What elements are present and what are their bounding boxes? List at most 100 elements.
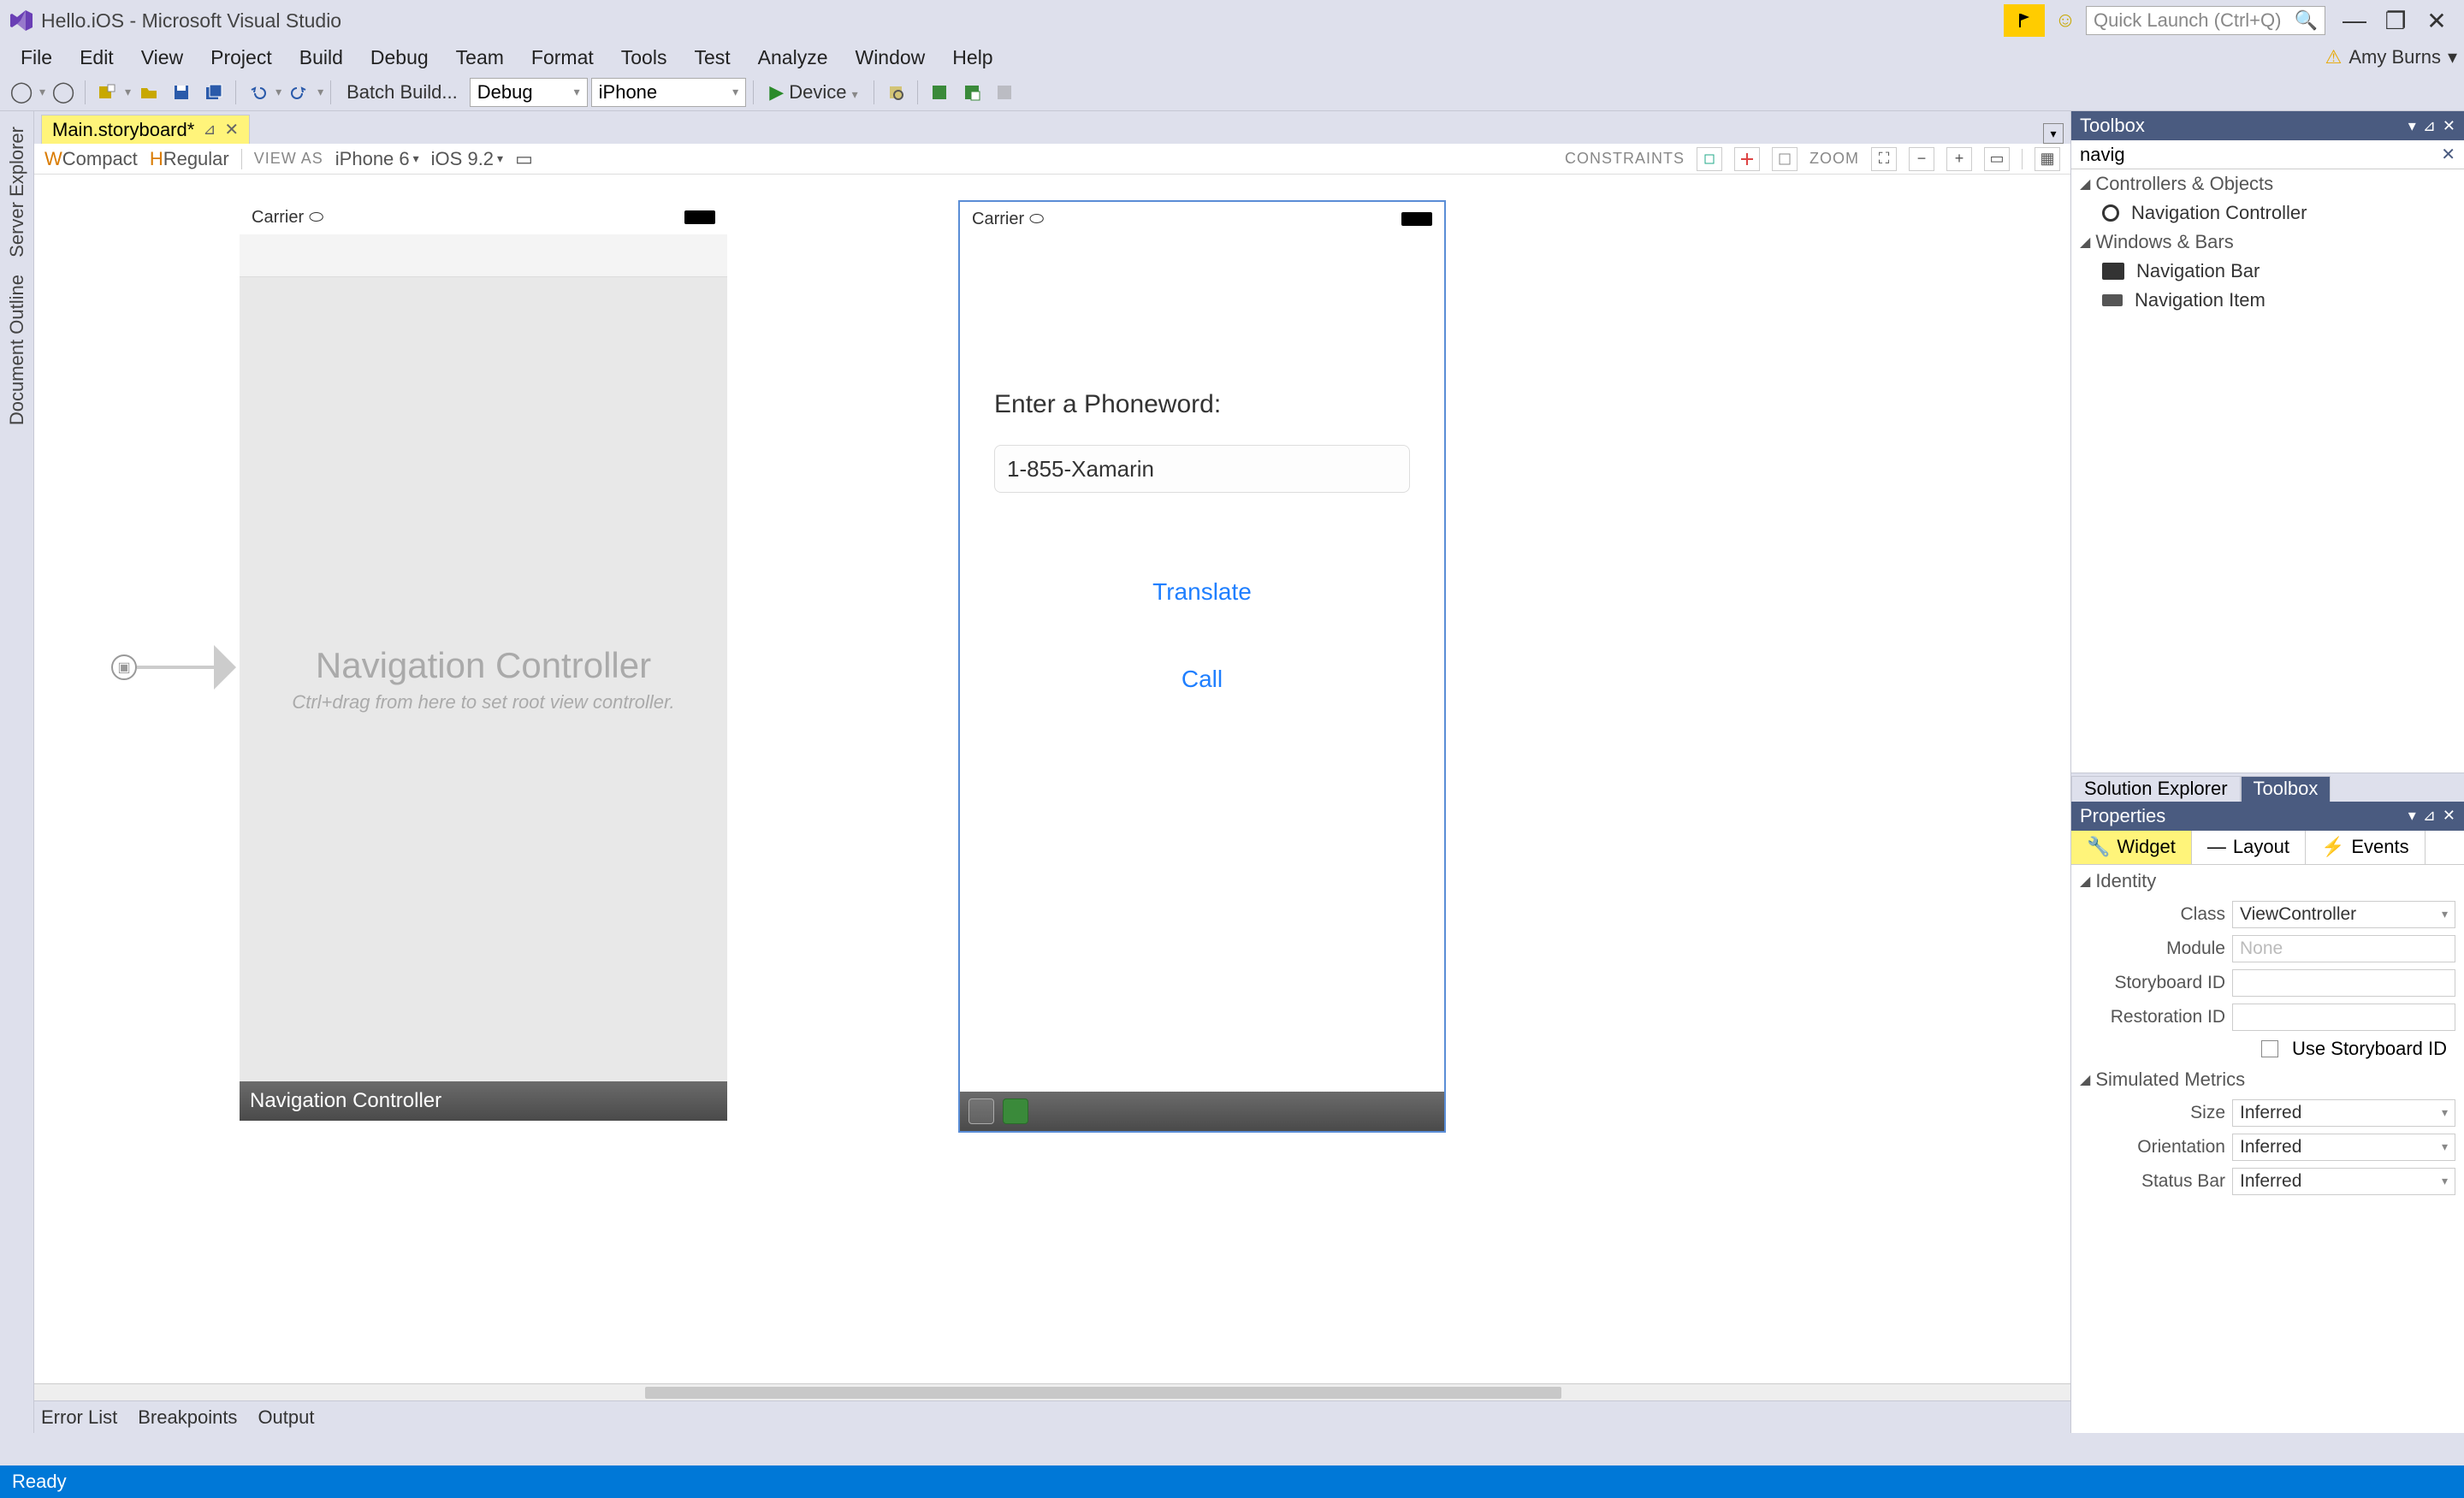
solution-explorer-tab[interactable]: Solution Explorer	[2071, 776, 2241, 802]
orientation-icon[interactable]: ▭	[515, 148, 533, 170]
feedback-button[interactable]: ☺	[2045, 4, 2086, 37]
menu-project[interactable]: Project	[197, 46, 286, 69]
toolbox-item-nav-item[interactable]: Navigation Item	[2071, 286, 2464, 315]
document-outline-tab[interactable]: Document Outline	[6, 266, 28, 434]
redo-button[interactable]	[285, 78, 314, 107]
toolbox-tab[interactable]: Toolbox	[2241, 776, 2331, 802]
menu-build[interactable]: Build	[286, 46, 357, 69]
navigation-controller-scene[interactable]: Carrier ⬭ Navigation Controller Ctrl+dra…	[240, 200, 727, 1121]
save-button[interactable]	[167, 78, 196, 107]
config-dropdown[interactable]: Debug▾	[470, 78, 588, 107]
open-button[interactable]	[134, 78, 163, 107]
pin-icon[interactable]: ⊿	[203, 121, 216, 139]
menu-help[interactable]: Help	[939, 46, 1006, 69]
view-controller-scene[interactable]: Carrier ⬭ Enter a Phoneword: 1-855-Xamar…	[958, 200, 1446, 1133]
toolbox-category-windows[interactable]: ◢Windows & Bars	[2071, 228, 2464, 257]
properties-title: Properties	[2080, 805, 2165, 827]
minimize-button[interactable]: —	[2334, 4, 2375, 37]
toolbox-search-input[interactable]: navig ✕	[2071, 140, 2464, 169]
events-tab[interactable]: ⚡Events	[2306, 831, 2426, 864]
simulated-metrics-section[interactable]: ◢Simulated Metrics	[2071, 1063, 2464, 1096]
undo-button[interactable]	[243, 78, 272, 107]
phoneword-textfield[interactable]: 1-855-Xamarin	[994, 445, 1410, 493]
status-text: Ready	[12, 1471, 67, 1493]
clear-search-icon[interactable]: ✕	[2441, 144, 2455, 165]
menu-debug[interactable]: Debug	[357, 46, 442, 69]
toolbox-category-controllers[interactable]: ◢Controllers & Objects	[2071, 169, 2464, 198]
use-storyboard-id-checkbox[interactable]	[2261, 1040, 2278, 1057]
constraint-btn-3[interactable]	[1772, 147, 1798, 171]
quick-launch-input[interactable]: Quick Launch (Ctrl+Q) 🔍	[2086, 6, 2325, 35]
zoom-in-button[interactable]: +	[1946, 147, 1972, 171]
tb-icon-3[interactable]	[990, 78, 1019, 107]
first-responder-icon[interactable]	[1003, 1098, 1028, 1124]
toolbox-item-nav-bar[interactable]: Navigation Bar	[2071, 257, 2464, 286]
close-button[interactable]: ✕	[2416, 4, 2457, 37]
layout-tab[interactable]: —Layout	[2192, 831, 2306, 864]
output-tab[interactable]: Output	[258, 1406, 314, 1429]
identity-section[interactable]: ◢Identity	[2071, 865, 2464, 897]
size-dropdown[interactable]: Inferred▾	[2232, 1099, 2455, 1127]
tb-icon-1[interactable]	[925, 78, 954, 107]
close-panel-icon[interactable]: ✕	[2443, 117, 2455, 135]
menu-test[interactable]: Test	[680, 46, 743, 69]
view-controller-icon[interactable]	[968, 1098, 994, 1124]
module-input[interactable]: None	[2232, 935, 2455, 962]
widget-tab[interactable]: 🔧Widget	[2071, 831, 2192, 864]
close-panel-icon[interactable]: ✕	[2443, 807, 2455, 825]
restoration-id-input[interactable]	[2232, 1004, 2455, 1031]
menu-tools[interactable]: Tools	[607, 46, 681, 69]
toolbox-item-nav-controller[interactable]: Navigation Controller	[2071, 198, 2464, 228]
storyboard-id-input[interactable]	[2232, 969, 2455, 997]
server-explorer-tab[interactable]: Server Explorer	[6, 118, 28, 266]
translate-button[interactable]: Translate	[994, 561, 1410, 623]
pin-icon[interactable]: ⊿	[2423, 807, 2436, 825]
horizontal-scrollbar[interactable]	[34, 1383, 2070, 1400]
restore-button[interactable]: ❐	[2375, 4, 2416, 37]
scene1-dock-label[interactable]: Navigation Controller	[240, 1081, 727, 1121]
panel-dropdown-icon[interactable]: ▾	[2408, 117, 2416, 135]
batch-build-button[interactable]: Batch Build...	[338, 81, 466, 104]
menu-format[interactable]: Format	[518, 46, 607, 69]
nav-fwd-button[interactable]: ◯	[49, 78, 78, 107]
error-list-tab[interactable]: Error List	[41, 1406, 117, 1429]
scene2-dock[interactable]	[960, 1092, 1444, 1131]
ios-dropdown[interactable]: iOS 9.2▾	[431, 148, 503, 170]
menu-edit[interactable]: Edit	[66, 46, 127, 69]
pin-icon[interactable]: ⊿	[2423, 117, 2436, 135]
class-input[interactable]: ViewController▾	[2232, 901, 2455, 928]
start-debug-button[interactable]: ▶ Device ▾	[761, 81, 866, 104]
device-dropdown[interactable]: iPhone 6▾	[335, 148, 419, 170]
constraint-btn-1[interactable]	[1697, 147, 1722, 171]
storyboard-canvas[interactable]: ▣ Carrier ⬭ Navigation Controller Ctrl+d…	[34, 175, 2070, 1383]
menu-view[interactable]: View	[127, 46, 197, 69]
tb-icon-2[interactable]	[957, 78, 986, 107]
orientation-dropdown[interactable]: Inferred▾	[2232, 1134, 2455, 1161]
zoom-actual-button[interactable]: ▭	[1984, 147, 2010, 171]
new-project-button[interactable]	[92, 78, 121, 107]
use-storyboard-id-row[interactable]: Use Storyboard ID	[2071, 1034, 2464, 1063]
notifications-flag-button[interactable]	[2004, 4, 2045, 37]
breakpoints-tab[interactable]: Breakpoints	[138, 1406, 237, 1429]
user-account[interactable]: ⚠ Amy Burns ▾	[2325, 46, 2457, 68]
save-all-button[interactable]	[199, 78, 228, 107]
zoom-fit-button[interactable]: ⛶	[1871, 147, 1897, 171]
menu-window[interactable]: Window	[841, 46, 939, 69]
platform-dropdown[interactable]: iPhone▾	[591, 78, 747, 107]
call-button[interactable]: Call	[994, 648, 1410, 710]
grid-button[interactable]: ▦	[2035, 147, 2060, 171]
menu-analyze[interactable]: Analyze	[744, 46, 842, 69]
entry-point-arrow[interactable]: ▣	[111, 645, 236, 690]
constraint-btn-2[interactable]	[1734, 147, 1760, 171]
panel-dropdown-icon[interactable]: ▾	[2408, 807, 2416, 825]
menu-file[interactable]: File	[7, 46, 66, 69]
menu-team[interactable]: Team	[442, 46, 518, 69]
close-tab-icon[interactable]: ✕	[224, 119, 239, 140]
nav-back-button[interactable]: ◯	[7, 78, 36, 107]
doc-tab-main-storyboard[interactable]: Main.storyboard* ⊿ ✕	[41, 115, 250, 144]
find-button[interactable]	[881, 78, 910, 107]
zoom-out-button[interactable]: −	[1909, 147, 1934, 171]
orientation-label: Orientation	[2080, 1137, 2225, 1158]
dropdown-icon[interactable]: ▾	[2043, 123, 2064, 144]
statusbar-dropdown[interactable]: Inferred▾	[2232, 1168, 2455, 1195]
